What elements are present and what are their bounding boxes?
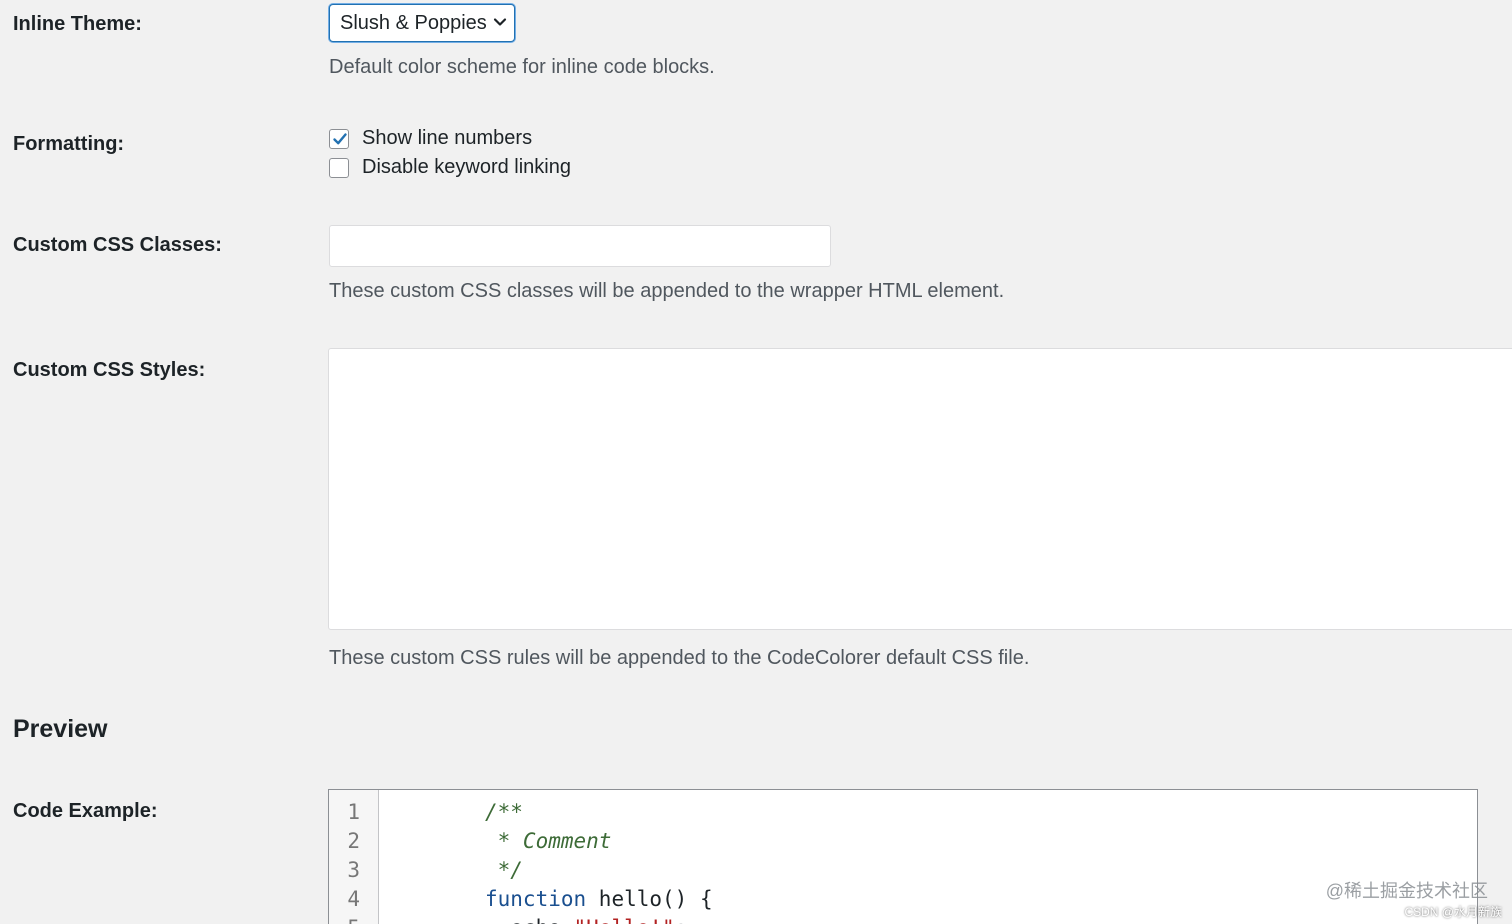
code-example-label: Code Example: (13, 800, 158, 822)
custom-css-styles-label: Custom CSS Styles: (13, 359, 206, 381)
line-number: 2 (347, 829, 360, 853)
code-preview: 1 2 3 4 5 /** * Comment */ function hello() {… (328, 789, 1478, 924)
line-number: 4 (347, 887, 360, 911)
inline-theme-select-value: Slush & Poppies (340, 11, 487, 34)
custom-css-classes-input[interactable] (329, 225, 831, 267)
code-token: */ (485, 858, 523, 882)
show-line-numbers-option[interactable]: Show line numbers (329, 127, 532, 150)
line-number: 1 (347, 800, 360, 824)
line-number: 3 (347, 858, 360, 882)
code-line: echo "Hello!"; (485, 914, 1477, 924)
watermark: @稀土掘金技术社区 (1325, 881, 1488, 901)
code-line: /** (485, 798, 1477, 827)
show-line-numbers-checkbox[interactable] (329, 128, 349, 149)
line-number-gutter: 1 2 3 4 5 (329, 790, 379, 924)
custom-css-styles-textarea[interactable] (328, 348, 1512, 630)
code-token: function (485, 887, 587, 911)
code-lines: /** * Comment */ function hello() { echo … (379, 798, 1477, 924)
preview-heading: Preview (13, 715, 108, 743)
code-token: ; (675, 916, 688, 924)
checkmark-icon (333, 132, 347, 144)
code-token: /** (485, 800, 523, 824)
line-number: 5 (329, 914, 369, 924)
code-token: "Hello!" (574, 916, 675, 924)
custom-css-classes-label: Custom CSS Classes: (13, 234, 222, 256)
disable-keyword-linking-option[interactable]: Disable keyword linking (329, 156, 571, 179)
chevron-down-icon (493, 18, 507, 26)
watermark-sub: CSDN @水月新族 (1404, 905, 1502, 919)
inline-theme-description: Default color scheme for inline code blo… (329, 56, 715, 78)
code-line: * Comment (485, 827, 1477, 856)
formatting-label: Formatting: (13, 133, 125, 155)
code-token: * Comment (485, 829, 612, 853)
code-token: hello() { (586, 887, 713, 911)
custom-css-classes-description: These custom CSS classes will be appende… (329, 280, 1005, 302)
disable-keyword-linking-label: Disable keyword linking (362, 156, 571, 178)
disable-keyword-linking-checkbox[interactable] (329, 157, 349, 178)
inline-theme-label: Inline Theme: (13, 13, 142, 35)
custom-css-styles-description: These custom CSS rules will be appended … (329, 647, 1030, 669)
code-token: echo (485, 916, 574, 924)
inline-theme-select[interactable]: Slush & Poppies (329, 4, 515, 42)
show-line-numbers-label: Show line numbers (362, 127, 533, 149)
